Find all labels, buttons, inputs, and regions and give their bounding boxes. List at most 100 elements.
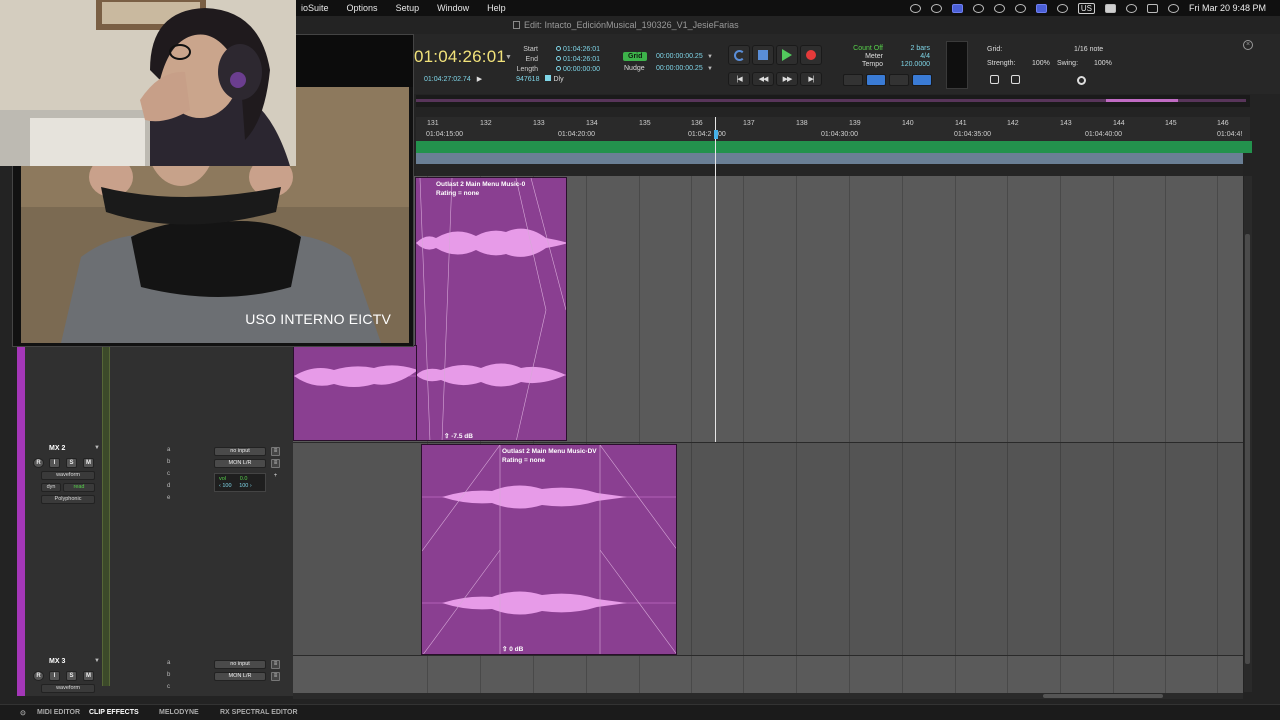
menu-item-help[interactable]: Help bbox=[478, 0, 515, 16]
insert-slot-c[interactable]: c bbox=[167, 684, 170, 690]
input-expand-icon[interactable]: ≡ bbox=[271, 447, 280, 456]
tab-clip-effects[interactable]: CLIP EFFECTS bbox=[89, 709, 139, 716]
clip-1-gain[interactable]: ⇧ -7.5 dB bbox=[444, 432, 473, 440]
zoom-toggle-icon[interactable] bbox=[990, 75, 999, 84]
wifi-icon[interactable] bbox=[1167, 3, 1179, 13]
input-monitor-button[interactable]: I bbox=[49, 458, 60, 468]
swing-value[interactable]: 100% bbox=[1094, 60, 1112, 67]
bottom-bar-settings-icon[interactable]: ⊙ bbox=[20, 709, 26, 717]
vertical-scroll-thumb[interactable] bbox=[1245, 234, 1250, 664]
grid-toggle-button[interactable]: Grid bbox=[623, 52, 648, 61]
menu-item-window[interactable]: Window bbox=[428, 0, 478, 16]
zoom-icon[interactable] bbox=[1011, 75, 1020, 84]
audio-clip-1-head[interactable] bbox=[293, 345, 417, 441]
start-field[interactable]: 01:04:26:01 bbox=[563, 46, 600, 53]
metronome-button[interactable] bbox=[866, 74, 886, 86]
add-send-icon[interactable]: + bbox=[271, 472, 280, 481]
end-link-icon[interactable] bbox=[556, 56, 561, 61]
track-name-mx2[interactable]: MX 2 bbox=[49, 445, 65, 452]
pan-left-value[interactable]: ‹ 100 bbox=[219, 483, 232, 489]
pan-right-value[interactable]: 100 › bbox=[239, 483, 252, 489]
track-name-mx3[interactable]: MX 3 bbox=[49, 658, 65, 665]
loop-button[interactable] bbox=[728, 45, 750, 65]
moon-icon[interactable] bbox=[993, 3, 1005, 13]
insert-slot-c[interactable]: c bbox=[167, 471, 170, 477]
vertical-scrollbar[interactable] bbox=[1244, 176, 1252, 692]
tempo-label[interactable]: Tempo bbox=[847, 61, 883, 69]
input-expand-icon[interactable]: ≡ bbox=[271, 660, 280, 669]
playhead-marker[interactable] bbox=[714, 130, 718, 139]
bars-beats-ruler[interactable]: 131 132 133 134 135 136 137 138 139 140 141 142 143 1… bbox=[416, 117, 1250, 131]
stop-button[interactable] bbox=[752, 45, 774, 65]
insert-slot-e[interactable]: e bbox=[167, 495, 170, 501]
play-status-icon[interactable] bbox=[1056, 3, 1068, 13]
fast-forward-button[interactable]: ▶▶ bbox=[776, 72, 798, 86]
insert-slot-a[interactable]: a bbox=[167, 660, 170, 666]
delay-compensation-icon[interactable] bbox=[545, 75, 552, 81]
length-field[interactable]: 00:00:00:00 bbox=[563, 66, 600, 73]
elastic-audio-selector[interactable]: Polyphonic bbox=[41, 495, 95, 504]
solo-button[interactable]: S bbox=[66, 671, 77, 681]
overview-visible-region[interactable] bbox=[1106, 99, 1178, 102]
markers-ruler[interactable] bbox=[416, 141, 1252, 153]
gear-icon[interactable] bbox=[1077, 76, 1086, 85]
track-lane-mx3[interactable] bbox=[293, 656, 1243, 696]
horizontal-scrollbar[interactable] bbox=[293, 693, 1243, 699]
volume-value[interactable]: 0.0 bbox=[240, 476, 248, 482]
volume-pan-readout[interactable]: vol 0.0 ‹ 100 100 › bbox=[214, 473, 266, 492]
count-off-value[interactable]: 2 bars bbox=[898, 45, 930, 53]
conductor-button[interactable] bbox=[912, 74, 932, 86]
audio-clip-2[interactable]: Outlast 2 Main Menu Music-DV Rating = non… bbox=[421, 444, 677, 655]
output-expand-icon[interactable]: ≡ bbox=[271, 672, 280, 681]
output-selector[interactable]: MON L/R bbox=[214, 459, 266, 468]
nudge-dropdown-icon[interactable]: ▼ bbox=[707, 66, 713, 72]
sync-icon[interactable] bbox=[930, 3, 942, 13]
record-button[interactable] bbox=[800, 45, 822, 65]
input-selector[interactable]: no input bbox=[214, 447, 266, 456]
track-name-dropdown-icon[interactable]: ▼ bbox=[94, 658, 100, 664]
return-to-zero-button[interactable]: |◀ bbox=[728, 72, 750, 86]
input-monitor-button[interactable]: I bbox=[49, 671, 60, 681]
mute-button[interactable]: M bbox=[83, 671, 94, 681]
screen-share-icon[interactable] bbox=[951, 3, 963, 13]
nudge-label[interactable]: Nudge bbox=[624, 65, 645, 72]
grid-note-value[interactable]: 1/16 note bbox=[1074, 46, 1103, 53]
timecode-ruler[interactable]: 01:04:15:00 01:04:20:00 01:04:2 00 01:04:30:… bbox=[416, 130, 1250, 141]
control-center-icon[interactable] bbox=[1146, 3, 1158, 13]
go-to-end-button[interactable]: ▶| bbox=[800, 72, 822, 86]
tempo-value[interactable]: 120.0000 bbox=[898, 61, 930, 69]
meter-ruler[interactable] bbox=[416, 164, 1243, 176]
tempo-ruler[interactable] bbox=[416, 153, 1243, 164]
rewind-button[interactable]: ◀◀ bbox=[752, 72, 774, 86]
close-icon[interactable]: × bbox=[1243, 40, 1253, 50]
grid-dropdown-icon[interactable]: ▼ bbox=[707, 54, 713, 60]
insert-slot-a[interactable]: a bbox=[167, 447, 170, 453]
main-counter[interactable]: 01:04:26:01 bbox=[414, 47, 506, 67]
battery-icon[interactable] bbox=[1104, 3, 1116, 13]
clock[interactable]: Fri Mar 20 9:48 PM bbox=[1189, 3, 1266, 13]
headphones-icon[interactable] bbox=[1014, 3, 1026, 13]
audio-clip-1[interactable]: Outlast 2 Main Menu Music-0 Rating = none… bbox=[415, 177, 567, 441]
insert-slot-b[interactable]: b bbox=[167, 459, 170, 465]
nudge-value[interactable]: 00:00:00:00.25 bbox=[656, 65, 703, 72]
automation-mode-selector[interactable]: read bbox=[63, 483, 95, 492]
track-view-selector[interactable]: waveform bbox=[41, 684, 95, 693]
play-button[interactable] bbox=[776, 45, 798, 65]
record-enable-button[interactable]: R bbox=[33, 458, 44, 468]
solo-button[interactable]: S bbox=[66, 458, 77, 468]
insert-slot-d[interactable]: d bbox=[167, 483, 170, 489]
strength-value[interactable]: 100% bbox=[1032, 60, 1050, 67]
input-selector[interactable]: no input bbox=[214, 660, 266, 669]
record-status-icon[interactable] bbox=[909, 3, 921, 13]
grid-value[interactable]: 00:00:00:00.25 bbox=[656, 53, 703, 60]
clip-2-gain[interactable]: ⇧ 0 dB bbox=[502, 645, 523, 653]
menu-item-iosuite[interactable]: ioSuite bbox=[292, 0, 338, 16]
tab-melodyne[interactable]: MELODYNE bbox=[159, 709, 199, 716]
record-enable-button[interactable]: R bbox=[33, 671, 44, 681]
tab-midi-editor[interactable]: MIDI EDITOR bbox=[37, 709, 80, 716]
start-link-icon[interactable] bbox=[556, 46, 561, 51]
input-source-badge[interactable]: US bbox=[1077, 2, 1095, 14]
midi-merge-button[interactable] bbox=[889, 74, 909, 86]
wait-for-note-button[interactable] bbox=[843, 74, 863, 86]
track-name-dropdown-icon[interactable]: ▼ bbox=[94, 445, 100, 451]
